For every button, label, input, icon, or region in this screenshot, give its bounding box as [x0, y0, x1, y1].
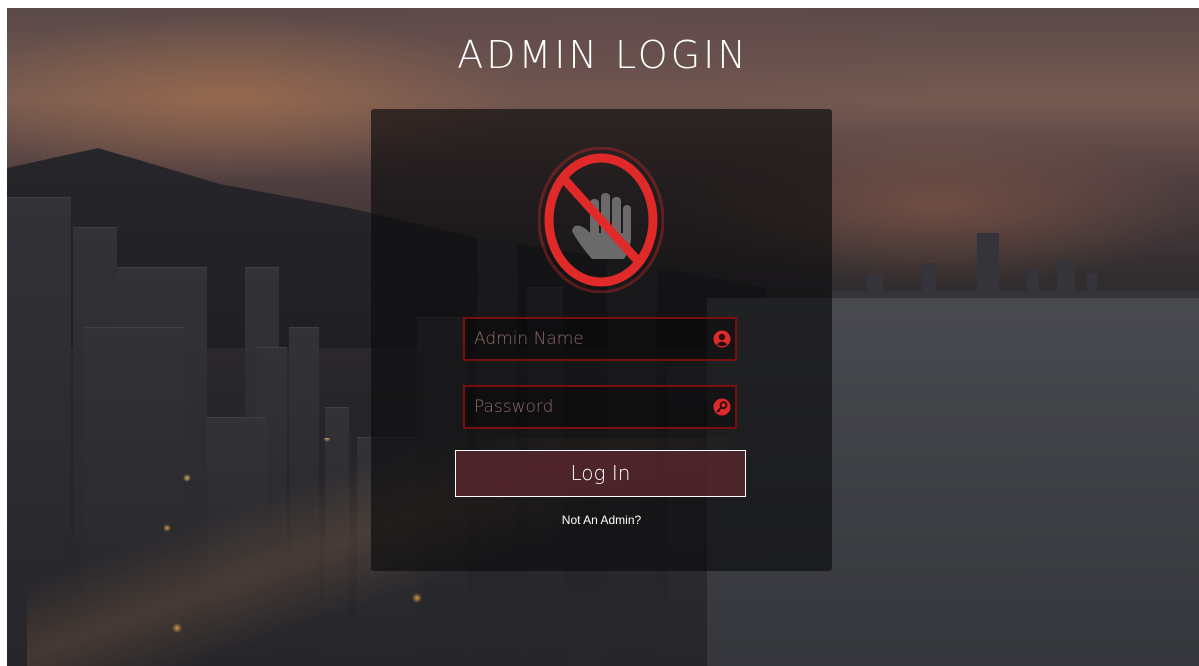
login-page: ADMIN LOGIN Admin Name Log In Not An Adm…: [7, 8, 1199, 666]
log-in-button[interactable]: Log In: [455, 450, 746, 497]
key-icon: [713, 398, 731, 416]
password-field: [463, 385, 737, 429]
password-input[interactable]: [465, 387, 705, 427]
login-card: Log In Not An Admin?: [371, 109, 832, 571]
admin-name-input[interactable]: [465, 319, 705, 359]
user-icon: [713, 330, 731, 348]
no-entry-hand-icon: [538, 147, 664, 293]
not-an-admin-link[interactable]: Not An Admin?: [371, 513, 832, 527]
admin-name-field: [463, 317, 737, 361]
page-title: ADMIN LOGIN: [457, 33, 749, 77]
